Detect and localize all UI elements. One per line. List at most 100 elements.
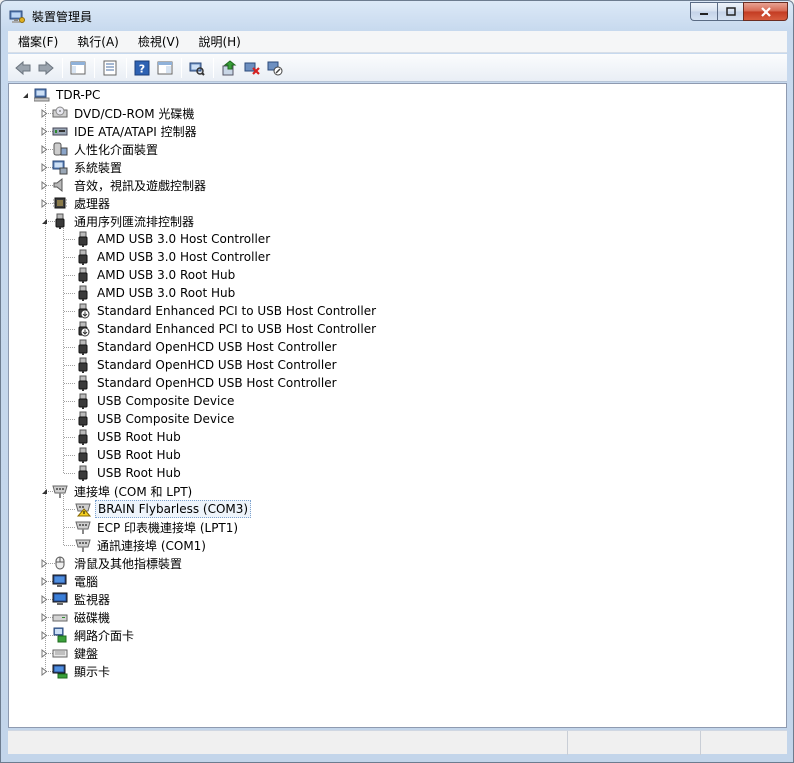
port-icon [75,521,91,534]
tree-device[interactable]: AMD USB 3.0 Host Controller [75,248,272,266]
window-title: 裝置管理員 [32,10,93,24]
update-driver-button[interactable] [218,57,240,79]
usb-plug-icon [78,267,88,283]
tree-category[interactable]: 電腦 [40,572,100,590]
expand-triangle-icon[interactable] [40,108,49,118]
tree-device[interactable]: Standard OpenHCD USB Host Controller [75,356,339,374]
collapse-triangle-icon[interactable] [40,487,49,496]
tree-category[interactable]: IDE ATA/ATAPI 控制器 [40,122,199,140]
tree-device[interactable]: Standard Enhanced PCI to USB Host Contro… [75,302,378,320]
expand-triangle-icon[interactable] [40,612,49,622]
tree-category[interactable]: 通用序列匯流排控制器 [40,212,196,230]
tree-category[interactable]: 連接埠 (COM 和 LPT) [40,482,194,500]
show-hide-console-tree-button[interactable] [67,57,89,79]
speaker-icon [53,177,63,193]
tree-device-label: USB Root Hub [97,430,181,444]
tree-category[interactable]: DVD/CD-ROM 光碟機 [40,104,196,122]
collapse-triangle-icon[interactable] [21,91,30,100]
console-tree-icon [157,61,173,74]
expand-triangle-icon[interactable] [40,144,49,154]
tree-category[interactable]: 網路介面卡 [40,626,136,644]
usb-plug-icon [78,357,88,373]
monitor-icon [52,592,68,605]
tree-device[interactable]: USB Root Hub [75,464,183,482]
view-tree-icon [70,61,86,74]
tree-device[interactable]: AMD USB 3.0 Root Hub [75,284,237,302]
tree-category[interactable]: 處理器 [40,194,112,212]
disable-button[interactable] [264,57,286,79]
expand-triangle-icon[interactable] [40,666,49,676]
action-pane-button[interactable] [154,57,176,79]
tree-category[interactable]: 人性化介面裝置 [40,140,160,158]
expand-triangle-icon[interactable] [40,198,49,208]
tree-device[interactable]: 通訊連接埠 (COM1) [75,536,208,554]
maximize-icon [725,7,736,16]
minimize-button[interactable] [690,2,717,21]
expand-triangle-icon[interactable] [40,558,49,568]
tree-device[interactable]: AMD USB 3.0 Host Controller [75,230,272,248]
properties-button[interactable] [99,57,121,79]
expand-triangle-icon[interactable] [40,576,49,586]
expand-triangle-icon[interactable] [40,126,49,136]
port-icon [75,539,91,552]
expand-triangle-icon[interactable] [40,594,49,604]
tree-category[interactable]: 鍵盤 [40,644,100,662]
title-bar[interactable]: 裝置管理員 [1,1,793,31]
tree-device-label: 通訊連接埠 (COM1) [97,538,206,553]
tree-category[interactable]: 系統裝置 [40,158,124,176]
tree-category[interactable]: 磁碟機 [40,608,112,626]
help-button[interactable]: ? [131,57,153,79]
toolbar-separator [213,57,214,78]
tree-root[interactable]: TDR-PC [21,86,102,104]
tree-device[interactable]: Standard Enhanced PCI to USB Host Contro… [75,320,378,338]
forward-button[interactable] [35,57,57,79]
usb-plug-icon [78,465,88,481]
display-adapter-icon [52,664,68,679]
usb-disabled-icon [78,321,90,337]
tree-device[interactable]: USB Root Hub [75,446,183,464]
device-tree[interactable]: TDR-PC DVD/CD-ROM 光碟機 IDE ATA/ATAPI 控制器 人性… [8,83,787,728]
menu-help[interactable]: 說明(H) [188,31,249,53]
tree-device[interactable]: ECP 印表機連接埠 (LPT1) [75,518,240,536]
status-bar [8,730,787,755]
tree-category[interactable]: 音效，視訊及遊戲控制器 [40,176,208,194]
expand-triangle-icon[interactable] [40,648,49,658]
tree-category[interactable]: 監視器 [40,590,112,608]
back-arrow-icon [15,60,31,75]
tree-category-label: 顯示卡 [74,664,111,679]
maximize-button[interactable] [717,2,743,21]
tree-device-label: Standard OpenHCD USB Host Controller [97,340,337,354]
expand-triangle-icon[interactable] [40,630,49,640]
tree-device[interactable]: Standard OpenHCD USB Host Controller [75,338,339,356]
tree-device-selected[interactable]: BRAIN Flybarless (COM3) [75,500,252,518]
tree-device[interactable]: USB Composite Device [75,392,236,410]
dvd-drive-icon [52,106,68,118]
toolbar-separator [94,57,95,78]
tree-device[interactable]: USB Root Hub [75,428,183,446]
tree-device[interactable]: Standard OpenHCD USB Host Controller [75,374,339,392]
tree-device[interactable]: USB Composite Device [75,410,236,428]
menu-view[interactable]: 檢視(V) [128,31,189,53]
tree-category-label: IDE ATA/ATAPI 控制器 [74,124,197,139]
scan-hardware-button[interactable] [186,57,208,79]
uninstall-button[interactable] [241,57,263,79]
expand-triangle-icon[interactable] [40,180,49,190]
tree-category[interactable]: 顯示卡 [40,662,112,680]
hid-icon [53,142,68,156]
close-button[interactable] [743,2,788,21]
menu-bar: 檔案(F) 執行(A) 檢視(V) 說明(H) [8,31,787,53]
tree-category-label: DVD/CD-ROM 光碟機 [74,106,195,121]
back-button[interactable] [12,57,34,79]
tree-category-label: 人性化介面裝置 [74,142,159,157]
menu-file[interactable]: 檔案(F) [8,31,67,53]
tree-device[interactable]: AMD USB 3.0 Root Hub [75,266,237,284]
expand-triangle-icon[interactable] [40,162,49,172]
collapse-triangle-icon[interactable] [40,217,49,226]
tree-root-label: TDR-PC [56,88,101,102]
usb-plug-icon [78,249,88,265]
usb-plug-icon [78,447,88,463]
computer-icon [34,88,50,102]
menu-action[interactable]: 執行(A) [67,31,128,53]
tree-device-label: ECP 印表機連接埠 (LPT1) [97,520,239,535]
tree-category[interactable]: 滑鼠及其他指標裝置 [40,554,184,572]
